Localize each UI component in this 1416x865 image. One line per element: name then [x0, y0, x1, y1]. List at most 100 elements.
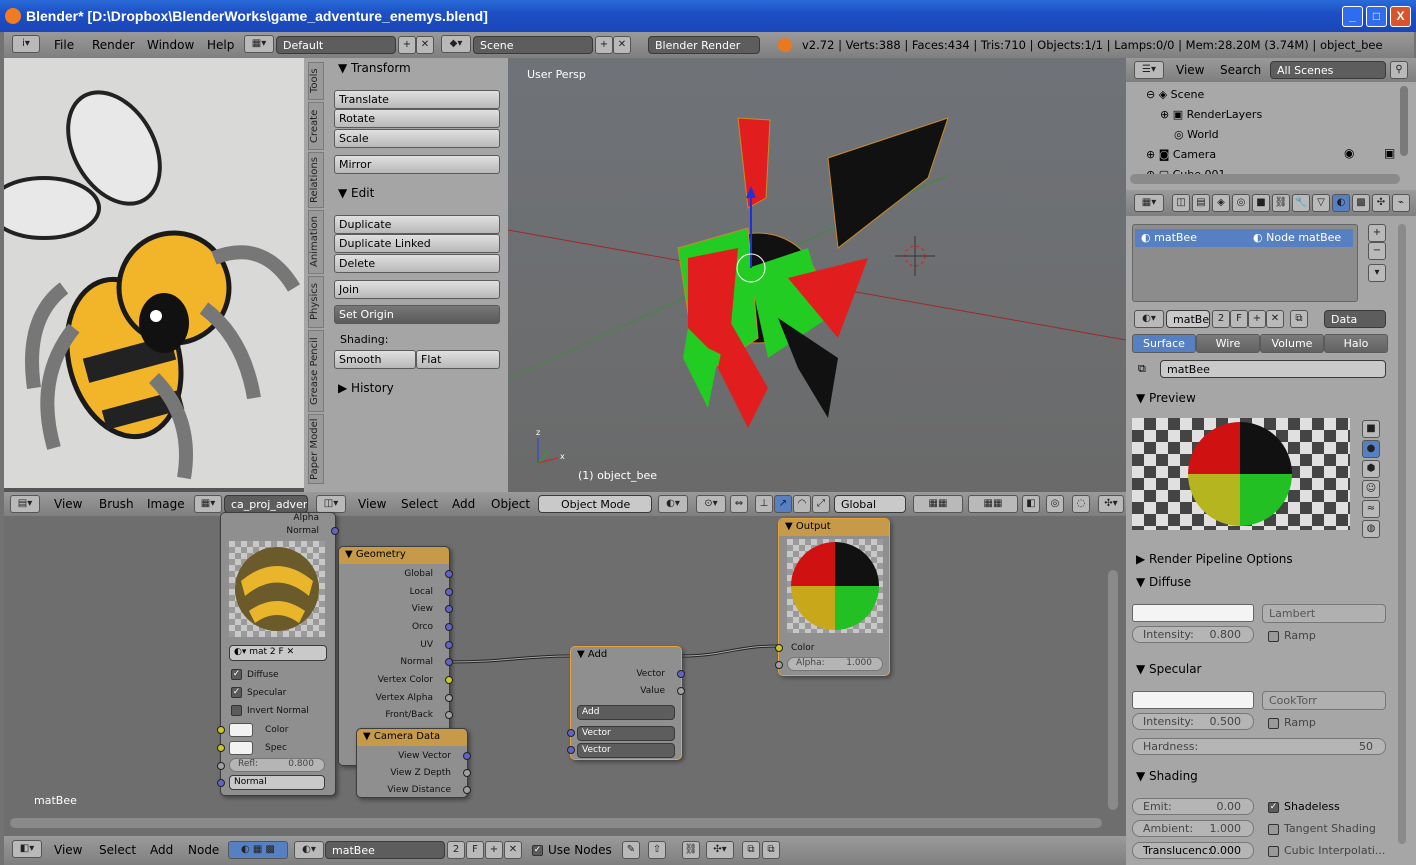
image-menu-image[interactable]: Image — [147, 497, 185, 511]
node-scrollbar-h[interactable] — [10, 818, 1102, 828]
normal-dropdown[interactable]: Normal — [229, 775, 325, 790]
outliner-scrollbar-h[interactable] — [1130, 174, 1400, 184]
node-editor[interactable]: matBee Alpha Normal ◐▾ mat 2 F ✕ ✓ Diffus… — [4, 512, 1126, 836]
view-distance-socket[interactable] — [463, 786, 471, 794]
node-tree-type-icon[interactable]: ◐ ▦ ▩ — [228, 841, 288, 859]
node-menu-node[interactable]: Node — [188, 843, 219, 857]
tab-volume[interactable]: Volume — [1260, 334, 1324, 353]
shadeless-check[interactable]: ✓ Shadeless — [1268, 800, 1340, 813]
add-node-header[interactable]: ▼ Add — [571, 647, 681, 664]
render-engine-select[interactable]: Blender Render — [648, 36, 760, 54]
menu-render[interactable]: Render — [92, 38, 135, 52]
node-scrollbar-v[interactable] — [1108, 570, 1118, 810]
scene-icon[interactable]: ◆▾ — [441, 35, 471, 53]
tab-grease-pencil[interactable]: Grease Pencil — [308, 330, 324, 412]
add-input2-socket[interactable] — [567, 746, 575, 754]
layout-icon[interactable]: ▦▾ — [244, 35, 274, 53]
viewport-menu-view[interactable]: View — [358, 497, 386, 511]
view-z-depth-socket[interactable] — [463, 769, 471, 777]
invert-normal-check[interactable]: Invert Normal — [231, 705, 309, 716]
spec-swatch[interactable] — [229, 741, 253, 755]
diffuse-shader-select[interactable]: Lambert — [1262, 604, 1386, 623]
object-tab-icon[interactable]: ■ — [1252, 194, 1270, 212]
material-browse-icon[interactable]: ◐▾ — [1134, 310, 1164, 328]
menu-help[interactable]: Help — [207, 38, 234, 52]
output-node-header[interactable]: ▼ Output — [779, 519, 889, 536]
material-name-field[interactable]: matBee — [325, 841, 445, 859]
tangent-shading-check[interactable]: Tangent Shading — [1268, 822, 1376, 835]
specular-header[interactable]: ▼ Specular — [1136, 662, 1202, 676]
tab-physics[interactable]: Physics — [308, 276, 324, 328]
snap-icon[interactable]: ✣▾ — [1098, 495, 1124, 513]
minimize-button[interactable]: _ — [1342, 6, 1363, 27]
particles-tab-icon[interactable]: ✣ — [1372, 194, 1390, 212]
add-layout-icon[interactable]: + — [398, 36, 416, 54]
image-browse-icon[interactable]: ▦▾ — [194, 495, 222, 513]
menu-file[interactable]: File — [54, 38, 74, 52]
editor-type-icon[interactable]: ▤▾ — [10, 495, 40, 513]
mode-select[interactable]: Object Mode — [538, 495, 652, 513]
tab-halo[interactable]: Halo — [1324, 334, 1388, 353]
users-count[interactable]: 2 — [447, 841, 465, 859]
node-material-field[interactable]: matBee — [1160, 360, 1386, 378]
material-fake-user[interactable]: F — [1230, 310, 1248, 328]
add-input2-dropdown[interactable]: Vector — [577, 743, 675, 758]
link-icon[interactable]: ⛓ — [682, 841, 700, 859]
refl-slider[interactable]: Refl: 0.800 — [229, 758, 325, 772]
transform-manipulator-icon[interactable]: ⊥ — [755, 495, 773, 513]
material-name-field[interactable]: matBe — [1166, 310, 1210, 328]
scene-field[interactable]: Scene — [473, 36, 593, 54]
shading-header[interactable]: ▼ Shading — [1136, 769, 1198, 783]
scale-button[interactable]: Scale — [334, 129, 500, 148]
pin-icon[interactable]: ✎ — [622, 841, 640, 859]
diffuse-color[interactable] — [1132, 604, 1254, 622]
front-back-socket[interactable] — [445, 711, 453, 719]
add-vector-output-socket[interactable] — [677, 670, 685, 678]
diffuse-ramp-check[interactable]: Ramp — [1268, 629, 1316, 642]
join-button[interactable]: Join — [334, 280, 500, 299]
slot-menu-icon[interactable]: ▾ — [1368, 264, 1386, 282]
diffuse-intensity-slider[interactable]: Intensity: 0.800 — [1132, 626, 1254, 643]
outliner-scrollbar[interactable] — [1400, 86, 1408, 156]
manipulator-icon[interactable]: ⇔ — [730, 495, 748, 513]
refl-input-socket[interactable] — [217, 762, 225, 770]
color-input-socket[interactable] — [217, 726, 225, 734]
local-socket[interactable] — [445, 588, 453, 596]
translucency-slider[interactable]: Translucenc: 0.000 — [1132, 842, 1254, 859]
shading-mode-icon[interactable]: ◐▾ — [658, 495, 688, 513]
add-slot-icon[interactable]: + — [1368, 224, 1386, 242]
outliner-item-world[interactable]: ◎ World — [1174, 128, 1219, 141]
rotate-button[interactable]: Rotate — [334, 109, 500, 128]
render-pipeline-header[interactable]: ▶ Render Pipeline Options — [1136, 552, 1293, 566]
world-tab-icon[interactable]: ◎ — [1232, 194, 1250, 212]
editor-type-icon[interactable]: ◧▾ — [12, 840, 42, 858]
editor-type-icon[interactable]: i▾ — [12, 35, 40, 53]
add-input1-socket[interactable] — [567, 729, 575, 737]
tab-tools[interactable]: Tools — [308, 62, 324, 100]
node-menu-view[interactable]: View — [54, 843, 82, 857]
remove-scene-icon[interactable]: ✕ — [613, 36, 631, 54]
tab-wire[interactable]: Wire — [1196, 334, 1260, 353]
vertex-alpha-socket[interactable] — [445, 694, 453, 702]
proportional-icon[interactable]: ◌ — [1072, 495, 1090, 513]
hardness-slider[interactable]: Hardness: 50 — [1132, 738, 1386, 755]
outliner-item-camera[interactable]: ⊕ ◙ Camera — [1146, 148, 1216, 161]
outliner-menu-search[interactable]: Search — [1220, 63, 1261, 77]
history-header[interactable]: ▶ History — [338, 381, 394, 395]
editor-type-icon[interactable]: ▦▾ — [1134, 194, 1164, 212]
preview-cube-icon[interactable]: ⬢ — [1362, 460, 1380, 478]
uv-socket[interactable] — [445, 641, 453, 649]
flat-button[interactable]: Flat — [416, 350, 500, 369]
use-nodes-check[interactable]: ✓ Use Nodes — [532, 843, 612, 857]
global-socket[interactable] — [445, 570, 453, 578]
translate-manipulator-icon[interactable]: ↗ — [774, 495, 792, 513]
orientation-select[interactable]: Global — [834, 495, 906, 513]
smooth-button[interactable]: Smooth — [334, 350, 416, 369]
tab-relations[interactable]: Relations — [308, 152, 324, 208]
unlink-material-icon[interactable]: ✕ — [504, 841, 522, 859]
scene-tab-icon[interactable]: ◈ — [1212, 194, 1230, 212]
transform-header[interactable]: ▼ Transform — [338, 61, 411, 75]
tab-animation[interactable]: Animation — [308, 210, 324, 274]
outliner-menu-view[interactable]: View — [1176, 63, 1204, 77]
data-tab-icon[interactable]: ▽ — [1312, 194, 1330, 212]
